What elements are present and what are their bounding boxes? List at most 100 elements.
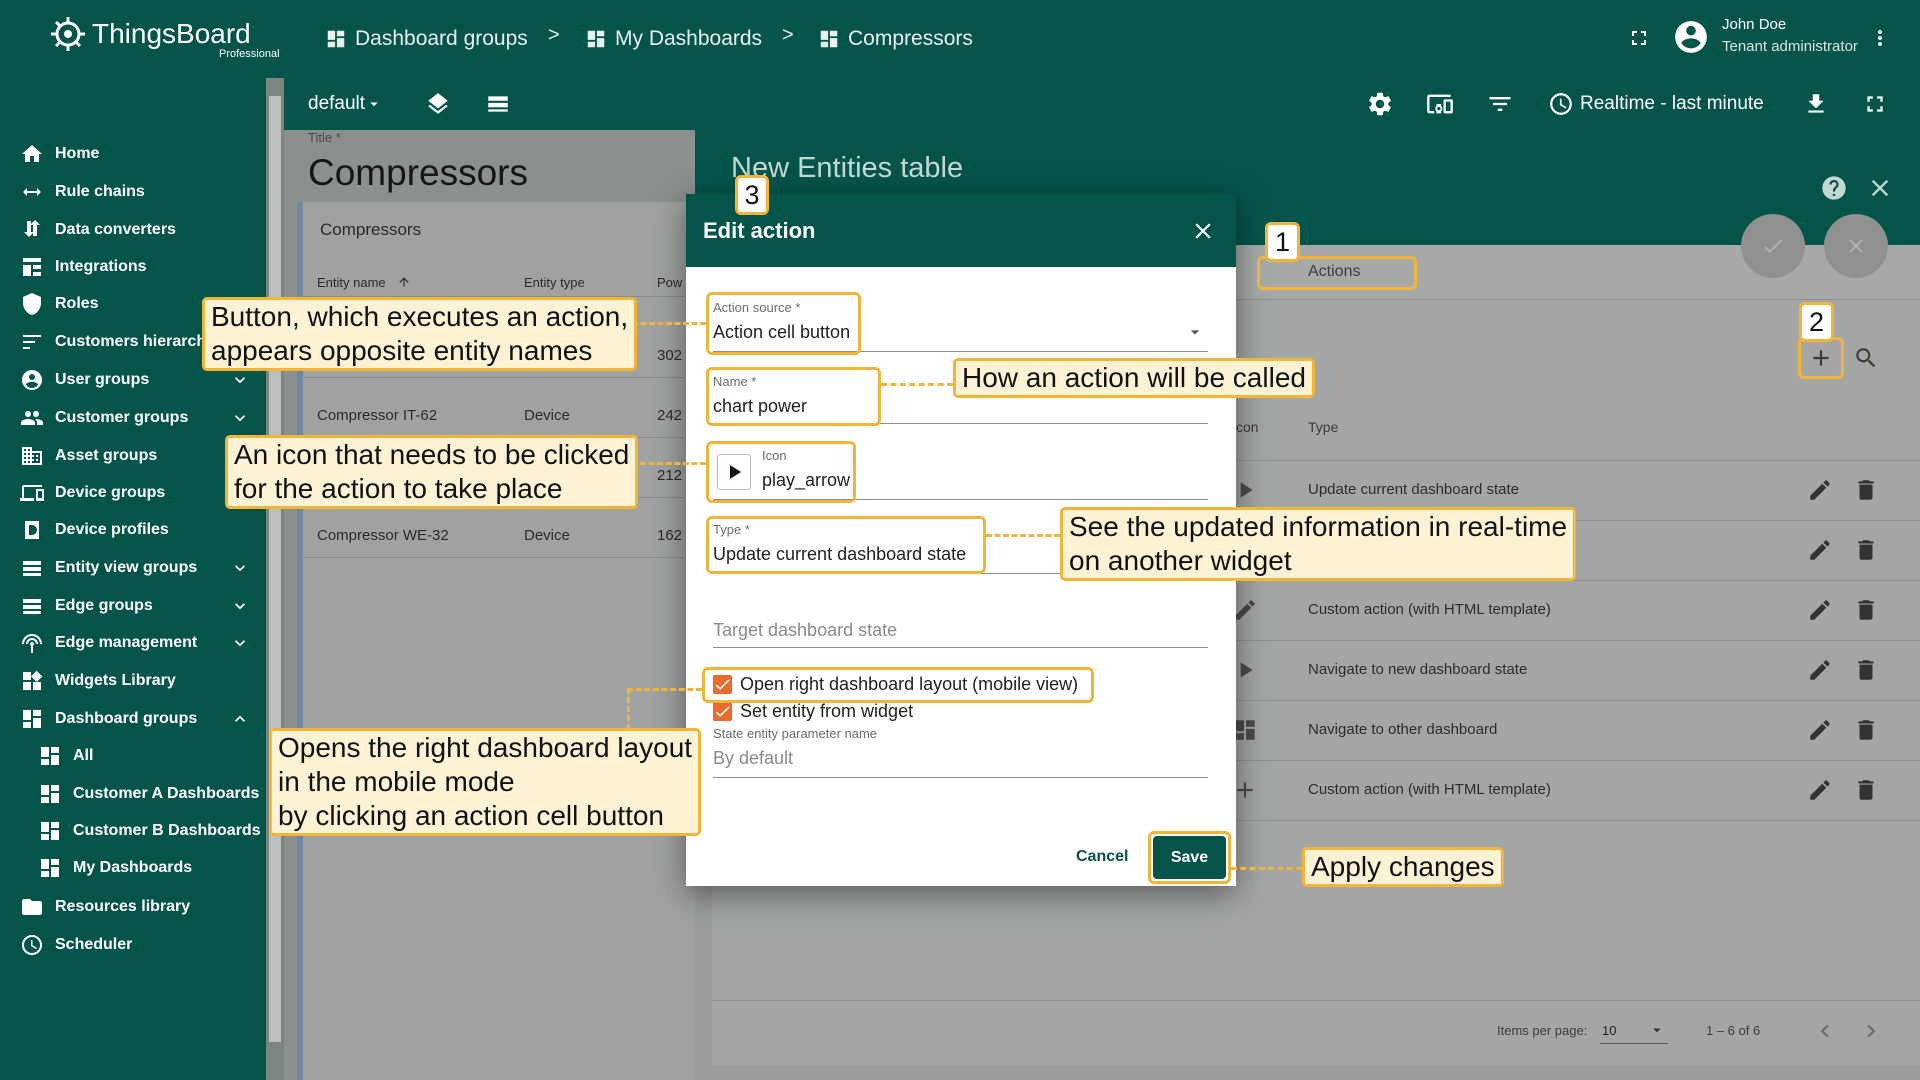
items-per-page-select[interactable]: 10: [1600, 1018, 1668, 1044]
items-per-page-value: 10: [1602, 1023, 1617, 1038]
sidebar-item[interactable]: Edge groups: [0, 586, 266, 626]
sidebar-item-label: Edge management: [55, 634, 198, 651]
sidebar-item[interactable]: My Dashboards: [0, 848, 266, 888]
filter-icon[interactable]: [1486, 86, 1514, 122]
sidebar-item[interactable]: Customer groups: [0, 398, 266, 438]
timewindow-button[interactable]: Realtime - last minute: [1548, 86, 1764, 122]
more-vert-icon[interactable]: [1868, 26, 1892, 50]
chevron-down-icon[interactable]: [230, 558, 250, 578]
set-entity-checkbox[interactable]: Set entity from widget: [713, 700, 1013, 724]
sidebar-item-label: My Dashboards: [73, 859, 193, 876]
sidebar-item[interactable]: Customer B Dashboards: [0, 811, 266, 851]
state-select[interactable]: default: [308, 86, 383, 122]
sidebar-item-label: Customers hierarchy: [55, 333, 216, 350]
items-per-page-label: Items per page:: [1497, 1023, 1588, 1038]
sidebar-item[interactable]: All: [0, 736, 266, 776]
folder-icon: [20, 895, 44, 919]
logo[interactable]: ThingsBoard Professional: [48, 14, 286, 64]
connector-line: [986, 534, 1060, 537]
sidebar-item[interactable]: Widgets Library: [0, 661, 266, 701]
column-header[interactable]: Pow: [657, 275, 682, 290]
delete-icon[interactable]: [1853, 597, 1879, 623]
edit-icon[interactable]: [1807, 597, 1833, 623]
target-state-select[interactable]: Target dashboard state: [713, 610, 1208, 648]
sidebar-scrollbar-thumb[interactable]: [269, 96, 281, 1042]
edit-icon[interactable]: [1807, 657, 1833, 683]
breadcrumb-my-dashboards[interactable]: My Dashboards: [585, 22, 762, 56]
chevron-left-icon[interactable]: [1812, 1018, 1838, 1044]
column-header[interactable]: Entity name: [317, 275, 386, 290]
delete-icon[interactable]: [1853, 777, 1879, 803]
fullscreen-icon[interactable]: [1627, 26, 1651, 50]
dropdown-arrow-icon: [1648, 1021, 1666, 1039]
apply-button[interactable]: [1741, 214, 1805, 278]
close-icon[interactable]: [1190, 218, 1216, 244]
delete-icon[interactable]: [1853, 537, 1879, 563]
user-name: John Doe: [1722, 16, 1787, 33]
layout-icon[interactable]: [485, 86, 511, 122]
fullscreen-icon[interactable]: [1862, 86, 1888, 122]
sidebar-item[interactable]: Scheduler: [0, 925, 266, 965]
sidebar-item[interactable]: Entity view groups: [0, 548, 266, 588]
sidebar-item-label: User groups: [55, 371, 150, 388]
sidebar-item[interactable]: Device profiles: [0, 510, 266, 550]
sidebar-item-label: Asset groups: [55, 447, 158, 464]
callout-save: Apply changes: [1302, 847, 1504, 887]
dashboard-grid-icon: [818, 28, 840, 50]
breadcrumb-compressors[interactable]: Compressors: [818, 22, 973, 56]
breadcrumb-label: Dashboard groups: [355, 27, 528, 50]
close-icon: [1844, 234, 1868, 258]
search-icon[interactable]: [1853, 345, 1879, 371]
sidebar-item[interactable]: Home: [0, 134, 266, 174]
dashboard-title[interactable]: Compressors: [308, 152, 528, 194]
breadcrumb-dashboard-groups[interactable]: Dashboard groups: [325, 22, 528, 56]
chevron-up-icon[interactable]: [230, 709, 250, 729]
layers-icon[interactable]: [425, 86, 451, 122]
sidebar-item[interactable]: Edge management: [0, 623, 266, 663]
edit-icon[interactable]: [1807, 537, 1833, 563]
chevron-down-icon[interactable]: [230, 596, 250, 616]
state-entity-param-field[interactable]: State entity parameter name By default: [713, 724, 1208, 778]
shield-icon: [20, 292, 44, 316]
sort-arrow-up-icon[interactable]: [397, 275, 411, 289]
dashboard-grid-icon: [20, 707, 44, 731]
chevron-down-icon[interactable]: [230, 408, 250, 428]
help-icon[interactable]: [1820, 174, 1848, 202]
avatar[interactable]: [1672, 18, 1710, 56]
sidebar-item[interactable]: Resources library: [0, 887, 266, 927]
edit-icon[interactable]: [1807, 717, 1833, 743]
delete-icon[interactable]: [1853, 717, 1879, 743]
close-icon[interactable]: [1866, 174, 1894, 202]
sidebar-item-label: Dashboard groups: [55, 710, 198, 727]
edit-icon[interactable]: [1807, 477, 1833, 503]
settings-icon[interactable]: [1366, 86, 1394, 122]
chevron-down-icon[interactable]: [230, 633, 250, 653]
delete-icon[interactable]: [1853, 477, 1879, 503]
callout-line: Apply changes: [1311, 851, 1495, 882]
download-icon[interactable]: [1803, 86, 1829, 122]
sidebar-item[interactable]: Data converters: [0, 210, 266, 250]
sidebar-item[interactable]: Dashboard groups: [0, 699, 266, 739]
column-header[interactable]: Entity type: [524, 275, 585, 290]
column-header: con: [1236, 419, 1259, 435]
sidebar-item[interactable]: Customer A Dashboards: [0, 774, 266, 814]
check-icon: [1761, 234, 1785, 258]
state-value: default: [308, 93, 366, 114]
chevron-down-icon[interactable]: [230, 370, 250, 390]
devices-icon[interactable]: [1426, 86, 1454, 122]
sidebar-item[interactable]: Integrations: [0, 247, 266, 287]
page-range: 1 – 6 of 6: [1706, 1023, 1761, 1038]
table-cell: Compressor IT-62: [317, 407, 438, 424]
table-cell: 162: [657, 527, 683, 544]
sidebar-item-label: Customer A Dashboards: [73, 785, 260, 802]
discard-button[interactable]: [1824, 214, 1888, 278]
chevron-right-icon[interactable]: [1858, 1018, 1884, 1044]
device-icon: [20, 481, 44, 505]
delete-icon[interactable]: [1853, 657, 1879, 683]
edit-icon[interactable]: [1807, 777, 1833, 803]
sidebar-item-label: Roles: [55, 295, 99, 312]
step-number: 1: [1265, 222, 1300, 262]
sidebar-item[interactable]: Rule chains: [0, 172, 266, 212]
dashboard-grid-icon: [585, 28, 607, 50]
cancel-button[interactable]: Cancel: [1076, 848, 1128, 866]
